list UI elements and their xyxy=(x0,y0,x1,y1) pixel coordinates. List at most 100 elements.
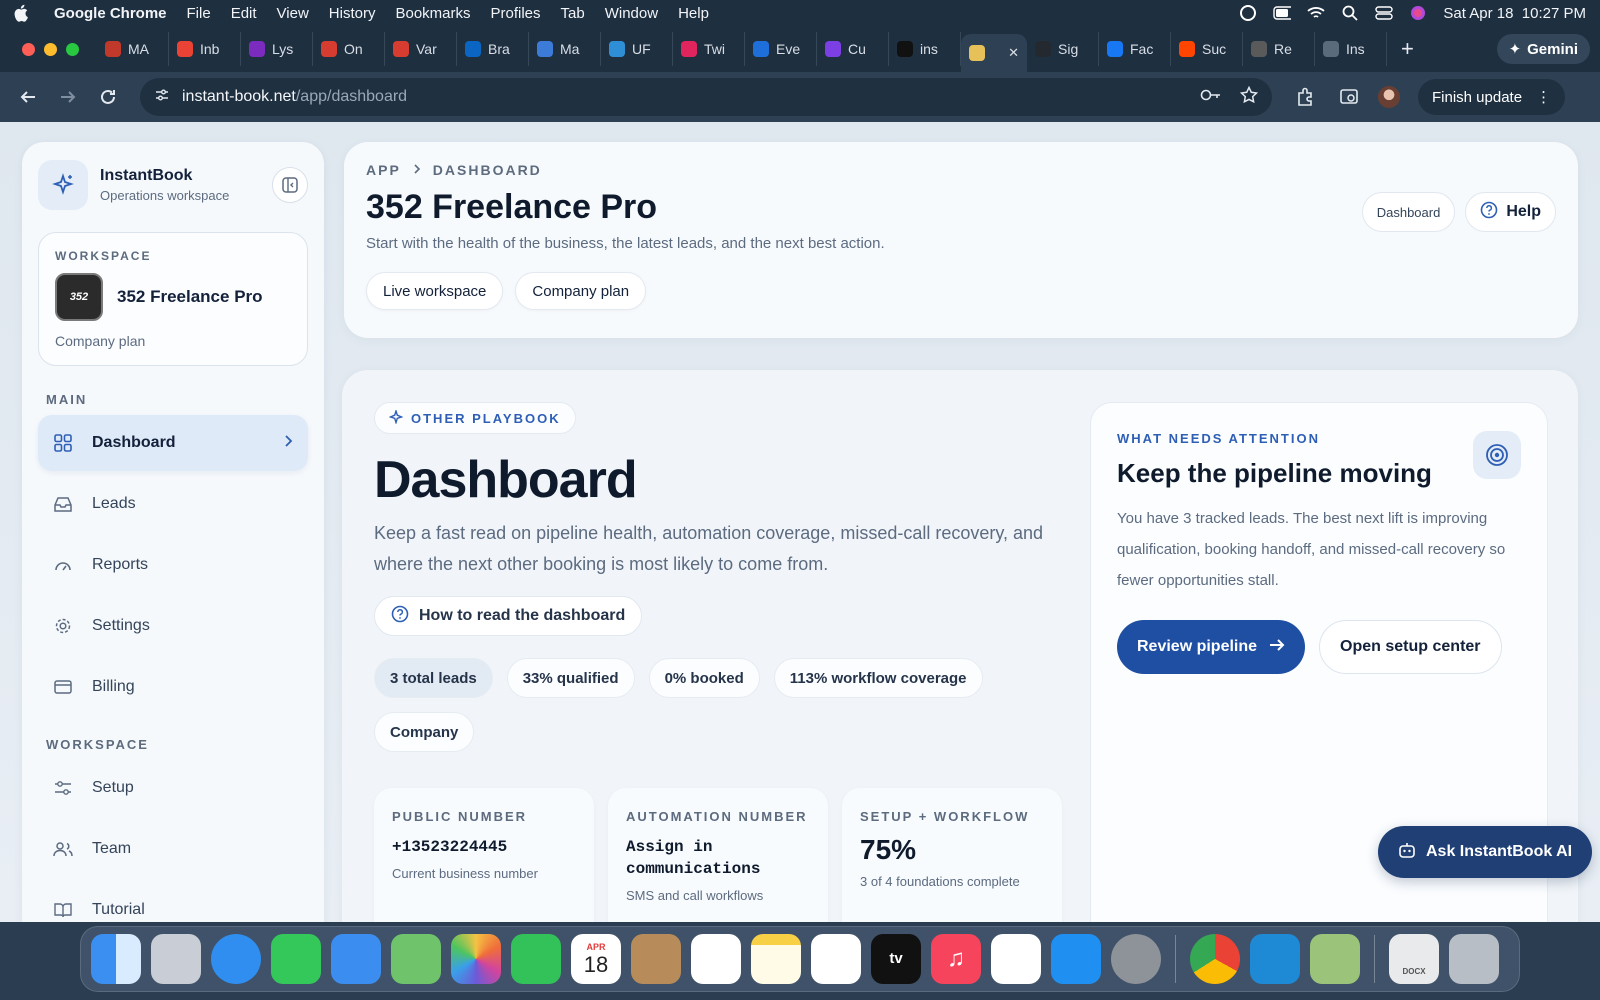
browser-tab[interactable]: Cu xyxy=(817,32,889,66)
browser-tab[interactable]: Ins xyxy=(1315,32,1387,66)
menu-help[interactable]: Help xyxy=(678,5,709,22)
spotlight-search-icon[interactable] xyxy=(1341,5,1359,21)
menubar-datetime[interactable]: Sat Apr 18 10:27 PM xyxy=(1443,5,1586,22)
bookmark-star-icon[interactable] xyxy=(1239,85,1259,109)
browser-tab[interactable]: Fac xyxy=(1099,32,1171,66)
docx-file-icon[interactable]: DOCX xyxy=(1389,934,1439,984)
battery-icon[interactable] xyxy=(1273,6,1292,20)
tab-search-icon[interactable] xyxy=(1338,86,1360,108)
menu-history[interactable]: History xyxy=(329,5,376,22)
browser-tab[interactable]: ✕ xyxy=(961,34,1027,72)
sidebar-item-leads[interactable]: Leads xyxy=(38,476,308,532)
menu-tab[interactable]: Tab xyxy=(561,5,585,22)
notes-icon[interactable] xyxy=(751,934,801,984)
open-setup-center-button[interactable]: Open setup center xyxy=(1319,620,1502,674)
apple-icon[interactable] xyxy=(14,4,32,22)
menu-window[interactable]: Window xyxy=(605,5,658,22)
wifi-icon[interactable] xyxy=(1307,6,1326,20)
sidebar-item-team[interactable]: Team xyxy=(38,821,308,877)
siri-icon[interactable] xyxy=(1409,6,1427,20)
browser-tab[interactable]: Suc xyxy=(1171,32,1243,66)
profile-avatar[interactable] xyxy=(1378,86,1400,108)
apple-tv-icon[interactable]: tv xyxy=(871,934,921,984)
browser-tab[interactable]: Twi xyxy=(673,32,745,66)
sidebar-item-setup[interactable]: Setup xyxy=(38,760,308,816)
close-window-button[interactable] xyxy=(22,42,35,56)
browser-tab[interactable]: Lys xyxy=(241,32,313,66)
extensions-icon[interactable] xyxy=(1294,86,1316,108)
browser-tab[interactable]: Bra xyxy=(457,32,529,66)
browser-tab[interactable]: UF xyxy=(601,32,673,66)
sidebar-item-tutorial[interactable]: Tutorial xyxy=(38,882,308,922)
workspace-card[interactable]: WORKSPACE 352 352 Freelance Pro Company … xyxy=(38,232,308,366)
gemini-button[interactable]: ✦ Gemini xyxy=(1496,34,1590,64)
reminders-icon[interactable] xyxy=(691,934,741,984)
browser-tab[interactable]: Re xyxy=(1243,32,1315,66)
review-pipeline-button[interactable]: Review pipeline xyxy=(1117,620,1306,674)
site-settings-icon[interactable] xyxy=(154,87,170,108)
trash-icon[interactable] xyxy=(1449,934,1499,984)
menu-bookmarks[interactable]: Bookmarks xyxy=(395,5,470,22)
system-settings-icon[interactable] xyxy=(1111,934,1161,984)
minimize-window-button[interactable] xyxy=(44,42,57,56)
app-store-icon[interactable] xyxy=(1051,934,1101,984)
reload-button[interactable] xyxy=(94,83,122,111)
photos-icon[interactable] xyxy=(451,934,501,984)
new-tab-button[interactable]: + xyxy=(1401,36,1414,62)
control-center-icon[interactable] xyxy=(1375,6,1394,20)
password-key-icon[interactable] xyxy=(1200,88,1222,107)
address-bar[interactable]: instant-book.net /app/dashboard xyxy=(140,78,1272,116)
menu-file[interactable]: File xyxy=(187,5,211,22)
launchpad-icon[interactable] xyxy=(151,934,201,984)
breadcrumb-app[interactable]: APP xyxy=(366,162,401,178)
freeform-icon[interactable] xyxy=(811,934,861,984)
browser-tab[interactable]: On xyxy=(313,32,385,66)
metric-label: PUBLIC NUMBER xyxy=(392,809,528,824)
tab-favicon-icon xyxy=(105,41,121,57)
finder-icon[interactable] xyxy=(91,934,141,984)
workspace-name: 352 Freelance Pro xyxy=(117,287,263,306)
dashboard-chip[interactable]: Dashboard xyxy=(1361,192,1456,232)
contacts-icon[interactable] xyxy=(631,934,681,984)
browser-tab[interactable]: Var xyxy=(385,32,457,66)
menu-app-name[interactable]: Google Chrome xyxy=(54,5,167,22)
arrow-right-icon xyxy=(1269,638,1285,657)
ask-ai-button[interactable]: Ask InstantBook AI xyxy=(1378,826,1593,878)
script-editor-icon[interactable] xyxy=(1310,934,1360,984)
how-to-read-button[interactable]: How to read the dashboard xyxy=(374,596,643,636)
menu-view[interactable]: View xyxy=(277,5,309,22)
news-icon[interactable] xyxy=(991,934,1041,984)
tab-favicon-icon xyxy=(897,41,913,57)
browser-tab[interactable]: Inb xyxy=(169,32,241,66)
mail-icon[interactable] xyxy=(331,934,381,984)
browser-tab[interactable]: Eve xyxy=(745,32,817,66)
more-vert-icon[interactable]: ⋮ xyxy=(1536,88,1551,106)
menu-edit[interactable]: Edit xyxy=(231,5,257,22)
browser-tab[interactable]: Sig xyxy=(1027,32,1099,66)
sidebar-item-billing[interactable]: Billing xyxy=(38,659,308,715)
zoom-window-button[interactable] xyxy=(66,42,79,56)
sidebar-item-reports[interactable]: Reports xyxy=(38,537,308,593)
vscode-icon[interactable] xyxy=(1250,934,1300,984)
sidebar-item-label: Reports xyxy=(92,556,149,573)
music-icon[interactable]: ♫ xyxy=(931,934,981,984)
sidebar-item-settings[interactable]: Settings xyxy=(38,598,308,654)
collapse-sidebar-button[interactable] xyxy=(272,167,308,203)
forward-button[interactable] xyxy=(54,83,82,111)
browser-tab[interactable]: Ma xyxy=(529,32,601,66)
finish-update-button[interactable]: Finish update ⋮ xyxy=(1418,79,1566,115)
messages-icon[interactable] xyxy=(271,934,321,984)
browser-tab[interactable]: MA xyxy=(97,32,169,66)
safari-icon[interactable] xyxy=(211,934,261,984)
browser-tab[interactable]: ins xyxy=(889,32,961,66)
grammarly-icon[interactable] xyxy=(1239,5,1257,21)
maps-icon[interactable] xyxy=(391,934,441,984)
close-tab-icon[interactable]: ✕ xyxy=(1008,45,1019,61)
facetime-icon[interactable] xyxy=(511,934,561,984)
menu-profiles[interactable]: Profiles xyxy=(491,5,541,22)
back-button[interactable] xyxy=(14,83,42,111)
calendar-icon[interactable]: APR 18 xyxy=(571,934,621,984)
help-button[interactable]: Help xyxy=(1465,192,1556,232)
chrome-icon[interactable] xyxy=(1190,934,1240,984)
sidebar-item-dashboard[interactable]: Dashboard xyxy=(38,415,308,471)
